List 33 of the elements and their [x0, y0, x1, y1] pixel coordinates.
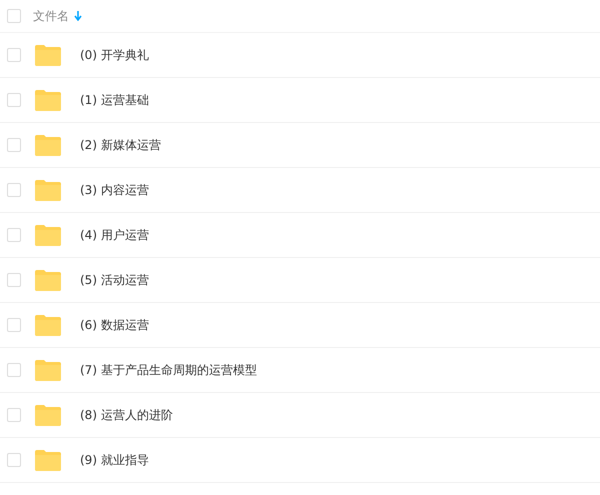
- checkbox[interactable]: [7, 93, 21, 107]
- folder-icon: [34, 179, 62, 201]
- checkbox[interactable]: [7, 228, 21, 242]
- folder-icon: [34, 359, 62, 381]
- folder-name[interactable]: (7) 基于产品生命周期的运营模型: [80, 362, 257, 378]
- folder-name[interactable]: (3) 内容运营: [80, 182, 149, 198]
- checkbox[interactable]: [7, 9, 21, 23]
- folder-icon: [34, 269, 62, 291]
- folder-name[interactable]: (2) 新媒体运营: [80, 136, 161, 154]
- checkbox[interactable]: [7, 363, 21, 377]
- folder-name[interactable]: (6) 数据运营: [80, 316, 149, 334]
- column-header[interactable]: 文件名: [33, 8, 69, 24]
- folder-name[interactable]: (0) 开学典礼: [80, 46, 149, 64]
- checkbox[interactable]: [7, 183, 21, 197]
- folder-icon: [34, 44, 62, 66]
- folder-icon: [34, 314, 62, 336]
- folder-name[interactable]: (9) 就业指导: [80, 452, 149, 468]
- folder-icon: [34, 89, 62, 111]
- checkbox[interactable]: [7, 48, 21, 62]
- folder-icon: [34, 134, 62, 156]
- folder-icon: [34, 404, 62, 426]
- checkbox[interactable]: [7, 138, 21, 152]
- folder-name[interactable]: (5) 活动运营: [80, 272, 149, 288]
- folder-name[interactable]: (4) 用户运营: [80, 226, 149, 244]
- checkbox[interactable]: [7, 408, 21, 422]
- checkbox[interactable]: [7, 318, 21, 332]
- folder-name[interactable]: (8) 运营人的进阶: [80, 406, 173, 424]
- folder-name[interactable]: (1) 运营基础: [80, 92, 149, 108]
- folder-icon: [34, 224, 62, 246]
- checkbox[interactable]: [7, 453, 21, 467]
- sort-arrow-icon[interactable]: [74, 11, 82, 21]
- folder-icon: [34, 449, 62, 471]
- checkbox[interactable]: [7, 273, 21, 287]
